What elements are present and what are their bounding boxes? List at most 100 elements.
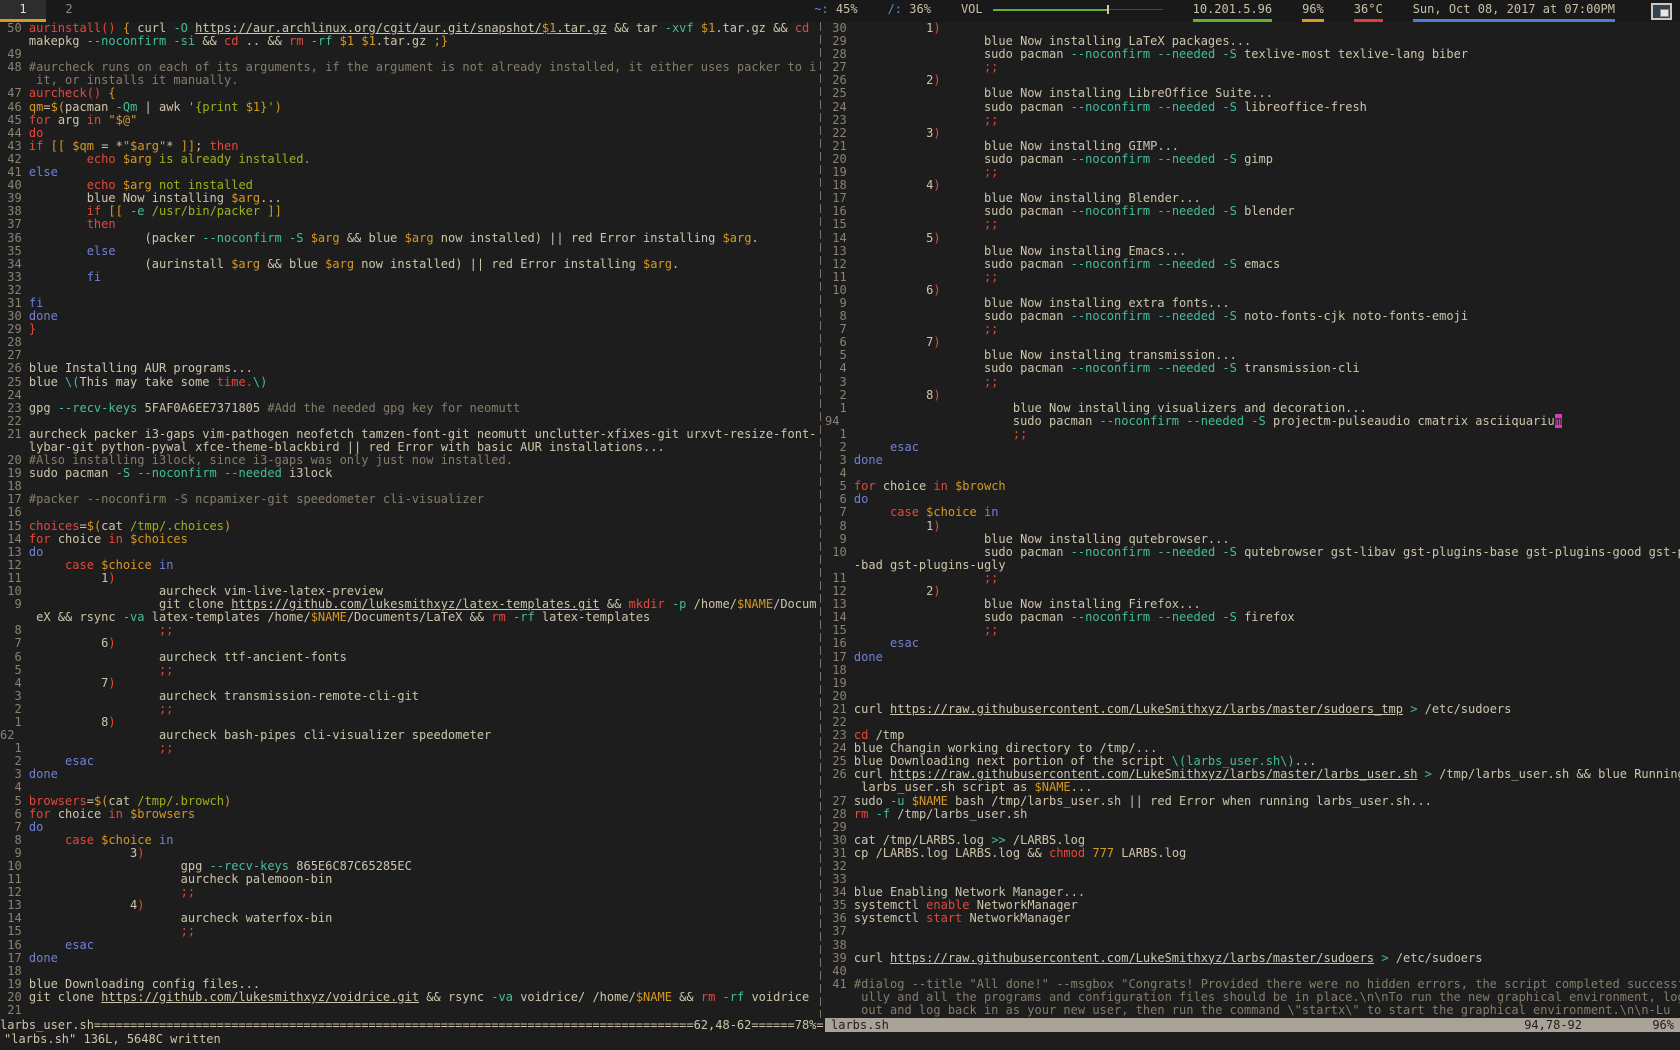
line-number: 4 xyxy=(825,466,854,480)
line-number: 15 xyxy=(0,924,29,938)
vim-editor: 50 aurinstall() { curl -O https://aur.ar… xyxy=(0,22,1680,1018)
statusline-inactive: larbs_user.sh===========================… xyxy=(0,1018,825,1032)
line-number: 16 xyxy=(0,938,29,952)
code-line: 23 gpg --recv-keys 5FAF0A6EE7371805 #Add… xyxy=(0,402,817,415)
code-line: 32 xyxy=(0,284,817,297)
editor-pane-larbs-user-sh[interactable]: 50 aurinstall() { curl -O https://aur.ar… xyxy=(0,22,817,1018)
line-number: 19 xyxy=(0,466,29,480)
code-line: 21 xyxy=(0,1004,817,1017)
code-line: 30 done xyxy=(0,310,817,323)
code-line: 19 sudo pacman -S --noconfirm --needed i… xyxy=(0,467,817,480)
workspace-1[interactable]: 1 xyxy=(0,0,46,22)
display-icon[interactable] xyxy=(1651,3,1672,20)
code-line: 2 esac xyxy=(825,441,1680,454)
code-line: 37 xyxy=(825,925,1680,938)
line-number: 28 xyxy=(825,807,854,821)
line-number: 38 xyxy=(825,938,854,952)
line-number: 6 xyxy=(0,807,29,821)
root-icon: /: xyxy=(888,2,902,16)
line-number: 6 xyxy=(825,492,854,506)
line-number xyxy=(0,440,29,454)
line-number xyxy=(0,34,29,48)
line-number: 11 xyxy=(825,571,854,585)
line-number: 9 xyxy=(0,597,29,611)
line-number xyxy=(0,73,29,87)
code-line: 31 fi xyxy=(0,297,817,310)
cpu-temp: 36°C xyxy=(1354,0,1383,22)
line-number: 18 xyxy=(825,663,854,677)
line-number: 5 xyxy=(0,663,29,677)
code-line: 14 for choice in $choices xyxy=(0,533,817,546)
line-number: 31 xyxy=(825,846,854,860)
line-number: 1 xyxy=(825,401,854,415)
line-number: 10 xyxy=(0,584,29,598)
code-line: 17 #packer --noconfirm -S ncpamixer-git … xyxy=(0,493,817,506)
code-line: 32 xyxy=(825,860,1680,873)
line-number: 1 xyxy=(0,741,29,755)
line-number: 5 xyxy=(0,794,29,808)
statusline-active: larbs.sh 94,78-92 96% xyxy=(825,1018,1680,1032)
line-number: 32 xyxy=(0,283,29,297)
line-number: 3 xyxy=(0,767,29,781)
line-number: 2 xyxy=(825,440,854,454)
line-number: 18 xyxy=(0,964,29,978)
line-number: 27 xyxy=(825,794,854,808)
code-line: 28 rm -f /tmp/larbs_user.sh xyxy=(825,808,1680,821)
line-number xyxy=(825,780,854,794)
line-number: 17 xyxy=(825,650,854,664)
vim-command-line[interactable]: "larbs.sh" 136L, 5648C written xyxy=(0,1032,1680,1050)
code-line: 3 ;; xyxy=(825,376,1680,389)
line-number: 14 xyxy=(825,231,854,245)
code-line: 11 ;; xyxy=(825,271,1680,284)
editor-pane-larbs-sh[interactable]: 30 1) 29 blue Now installing LaTeX packa… xyxy=(825,22,1680,1018)
line-number xyxy=(825,558,854,572)
line-number: 8 xyxy=(825,309,854,323)
line-number: 7 xyxy=(0,636,29,650)
line-number: 39 xyxy=(0,191,29,205)
volume-label: VOL xyxy=(961,0,983,22)
code-line: 38 if [[ -e /usr/bin/packer ]] xyxy=(0,205,817,218)
line-number: 28 xyxy=(0,335,29,349)
line-number: 14 xyxy=(825,610,854,624)
code-line: 31 cp /LARBS.log LARBS.log && chmod 777 … xyxy=(825,847,1680,860)
line-number: 4 xyxy=(0,676,29,690)
volume-slider[interactable] xyxy=(993,5,1163,14)
line-number: 9 xyxy=(825,296,854,310)
line-number: 2 xyxy=(0,754,29,768)
line-number: 10 xyxy=(825,545,854,559)
code-line: 15 ;; xyxy=(0,925,817,938)
line-number: 27 xyxy=(0,348,29,362)
line-number: 18 xyxy=(825,178,854,192)
line-number: 22 xyxy=(825,715,854,729)
line-number: 17 xyxy=(0,951,29,965)
line-number: 24 xyxy=(825,100,854,114)
volume-control[interactable] xyxy=(993,0,1163,22)
line-number: 23 xyxy=(825,728,854,742)
code-line: 22 xyxy=(825,716,1680,729)
line-number: 3 xyxy=(825,453,854,467)
line-number: 25 xyxy=(0,375,29,389)
code-line: 15 ;; xyxy=(825,218,1680,231)
line-number: 47 xyxy=(0,86,29,100)
line-number: 3 xyxy=(0,689,29,703)
line-number: 25 xyxy=(825,86,854,100)
line-number: 12 xyxy=(825,257,854,271)
line-number: 20 xyxy=(0,990,29,1004)
line-number: 15 xyxy=(825,623,854,637)
line-number: 50 xyxy=(0,22,29,35)
line-number: 13 xyxy=(0,898,29,912)
line-number: 94 xyxy=(825,414,854,428)
line-number: 7 xyxy=(825,505,854,519)
line-number: 40 xyxy=(825,964,854,978)
system-tray xyxy=(1651,0,1672,22)
home-icon: ~: xyxy=(814,2,828,16)
line-number: 21 xyxy=(825,702,854,716)
workspace-2[interactable]: 2 xyxy=(46,0,92,22)
code-line: 19 xyxy=(825,677,1680,690)
line-number: 27 xyxy=(825,60,854,74)
volume-knob[interactable] xyxy=(1107,5,1109,14)
window-separator[interactable] xyxy=(817,22,825,1018)
line-number xyxy=(825,990,854,1004)
line-number: 9 xyxy=(0,846,29,860)
line-number: 19 xyxy=(825,165,854,179)
